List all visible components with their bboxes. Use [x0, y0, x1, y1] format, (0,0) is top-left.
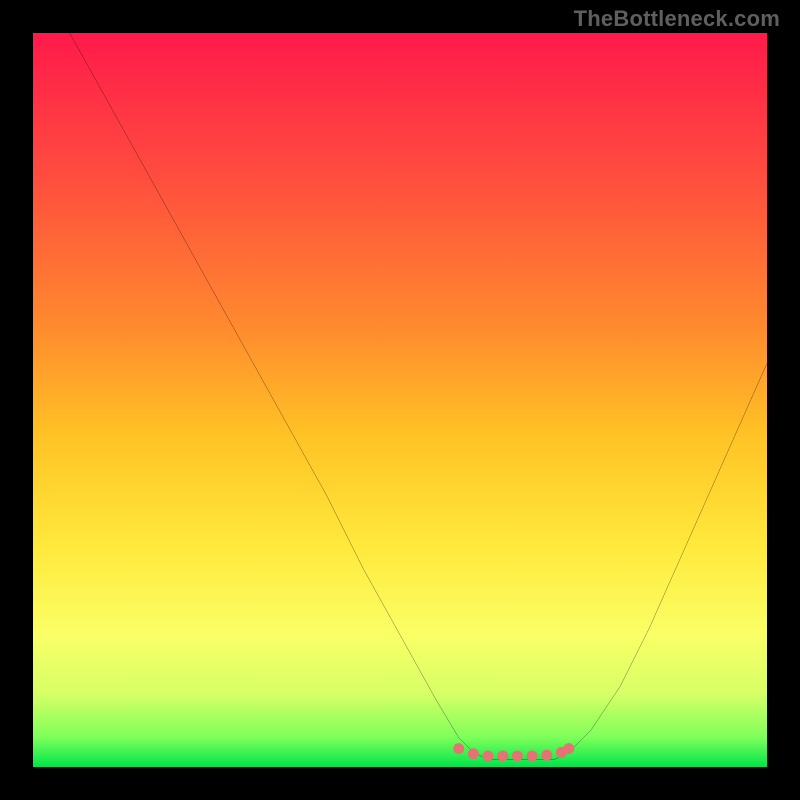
marker-dot	[483, 750, 494, 761]
watermark-text: TheBottleneck.com	[574, 6, 780, 32]
marker-dot	[512, 750, 523, 761]
marker-dot	[497, 750, 508, 761]
marker-dot	[563, 743, 574, 754]
marker-dot	[527, 750, 538, 761]
marker-dot	[541, 750, 552, 761]
bottleneck-curve-chart	[33, 33, 767, 767]
marker-dot	[453, 743, 464, 754]
gradient-background	[33, 33, 767, 767]
marker-dot	[468, 748, 479, 759]
chart-frame: TheBottleneck.com	[0, 0, 800, 800]
